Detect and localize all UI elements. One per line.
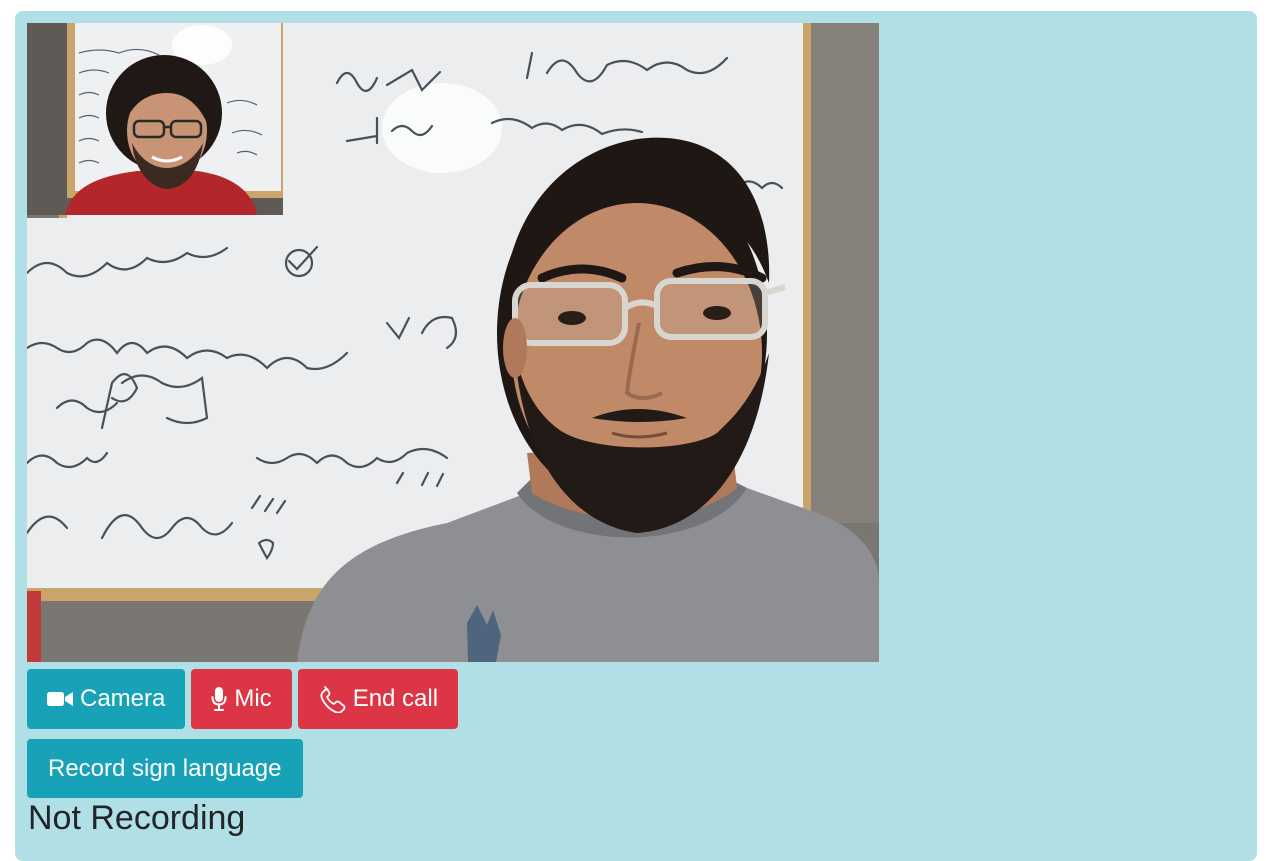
- end-call-button-label: End call: [352, 685, 439, 712]
- end-call-button[interactable]: End call: [297, 669, 459, 729]
- local-video-thumbnail: [27, 23, 283, 215]
- video-camera-icon: [47, 689, 73, 709]
- recording-status: Not Recording: [28, 799, 246, 837]
- microphone-icon: [211, 686, 227, 712]
- camera-button[interactable]: Camera: [27, 669, 186, 729]
- mic-button[interactable]: Mic: [191, 669, 292, 729]
- call-controls: Camera Mic End call: [27, 669, 459, 729]
- video-area: [27, 23, 879, 662]
- phone-icon: [318, 685, 346, 713]
- mic-button-label: Mic: [234, 685, 272, 712]
- video-call-panel: Camera Mic End call Record sign language…: [15, 11, 1257, 861]
- camera-button-label: Camera: [80, 685, 166, 712]
- record-sign-language-button[interactable]: Record sign language: [27, 739, 303, 798]
